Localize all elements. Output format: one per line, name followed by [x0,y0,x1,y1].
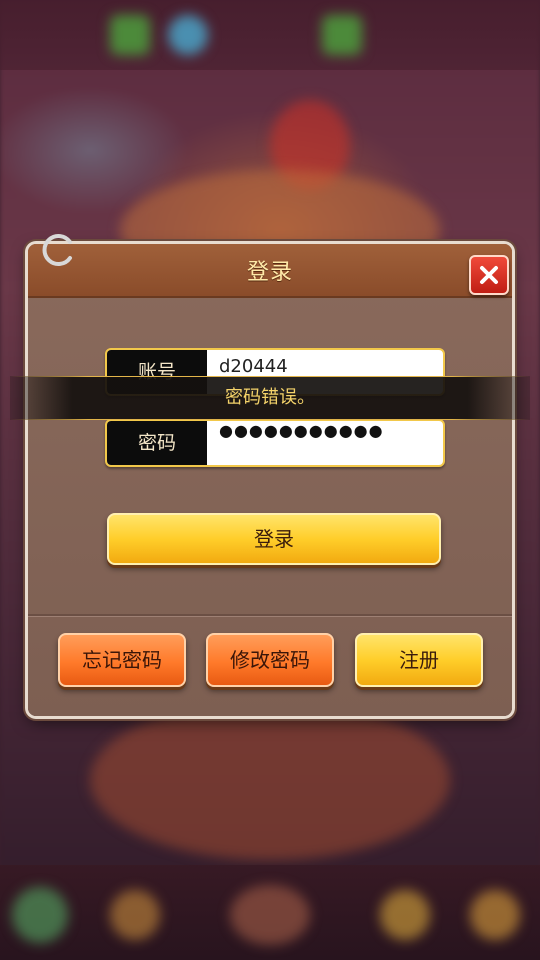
toast-bottom-border [10,419,530,420]
toast-message: 密码错误。 [225,387,315,408]
password-field[interactable]: 密码 ●●●●●●●●●●● [105,419,445,467]
login-dialog: 登录 账号 d20444 密码 ●●●●●●●●●●● 登录 忘记密码 修改密码… [28,234,512,716]
blurred-island-lower [90,700,450,860]
error-toast: 密码错误。 [10,376,530,420]
login-button[interactable]: 登录 [107,513,441,565]
account-input[interactable]: d20444 [219,356,435,377]
password-label: 密码 [107,421,207,465]
bottom-bar-blurred [0,865,540,960]
top-bar-blurred [0,0,540,70]
close-button[interactable] [469,255,509,295]
dialog-divider [28,614,512,617]
dialog-title: 登录 [246,260,293,285]
password-input[interactable]: ●●●●●●●●●●● [219,421,435,440]
loading-spinner-icon [40,232,76,268]
close-icon [480,266,498,284]
forgot-password-button[interactable]: 忘记密码 [58,633,186,687]
change-password-button[interactable]: 修改密码 [206,633,334,687]
register-button[interactable]: 注册 [355,633,483,687]
